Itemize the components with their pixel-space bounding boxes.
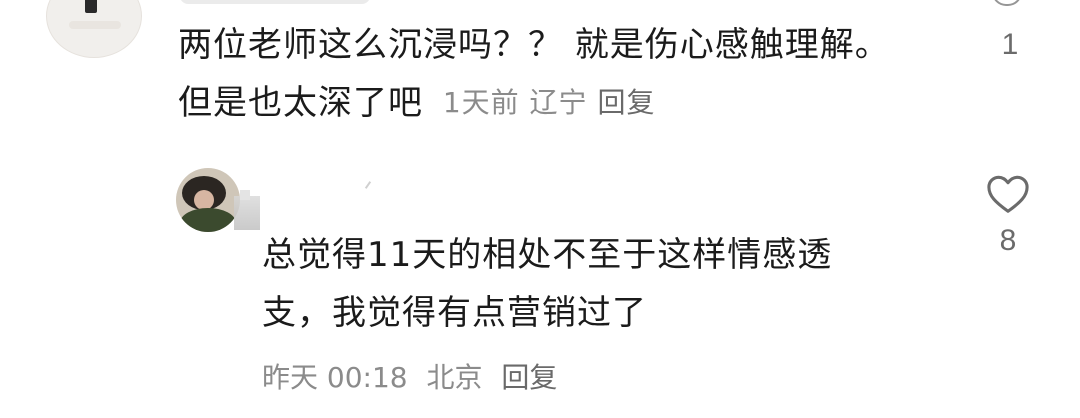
- name-fragment: [364, 181, 372, 189]
- like-icon-partial[interactable]: [992, 0, 1022, 6]
- comment-body: 两位老师这么沉浸吗？？ 就是伤心感触理解。 但是也太深了吧 1天前 辽宁 回复: [178, 16, 938, 132]
- comment-location: 辽宁: [529, 86, 588, 119]
- like-count: 1: [1001, 28, 1019, 61]
- comment-line: 但是也太深了吧: [178, 83, 423, 123]
- comment-line: 支，我觉得有点营销过了: [262, 293, 647, 333]
- like-count: 8: [999, 224, 1017, 257]
- reply-avatar[interactable]: [176, 168, 240, 232]
- like-button[interactable]: 8: [980, 174, 1036, 258]
- avatar-base: [69, 21, 121, 29]
- comment-time: 昨天 00:18: [262, 361, 408, 394]
- blurred-name-block: [234, 196, 260, 230]
- commenter-avatar[interactable]: [46, 0, 142, 58]
- comment-body: 总觉得11天的相处不至于这样情感透 支，我觉得有点营销过了: [262, 226, 902, 342]
- comment-line: 两位老师这么沉浸吗？？ 就是伤心感触理解。: [178, 25, 890, 65]
- comment-location: 北京: [426, 361, 483, 394]
- heart-outline-icon[interactable]: [986, 174, 1030, 214]
- comment-line-with-meta: 但是也太深了吧 1天前 辽宁 回复: [178, 74, 938, 132]
- like-button[interactable]: 1: [990, 28, 1030, 62]
- comment-meta: 昨天 00:18 北京 回复: [262, 356, 762, 400]
- avatar-body: [180, 208, 236, 232]
- avatar-figure: [85, 0, 97, 13]
- commenter-name-partial[interactable]: [180, 0, 370, 4]
- reply-button[interactable]: 回复: [597, 86, 655, 119]
- comment-meta: 1天前 辽宁 回复: [443, 86, 656, 119]
- comment-line: 总觉得11天的相处不至于这样情感透: [262, 235, 833, 275]
- reply-button[interactable]: 回复: [501, 361, 557, 394]
- avatar-face: [194, 190, 214, 210]
- blurred-name-block: [240, 190, 250, 200]
- comment-time: 1天前: [442, 86, 520, 119]
